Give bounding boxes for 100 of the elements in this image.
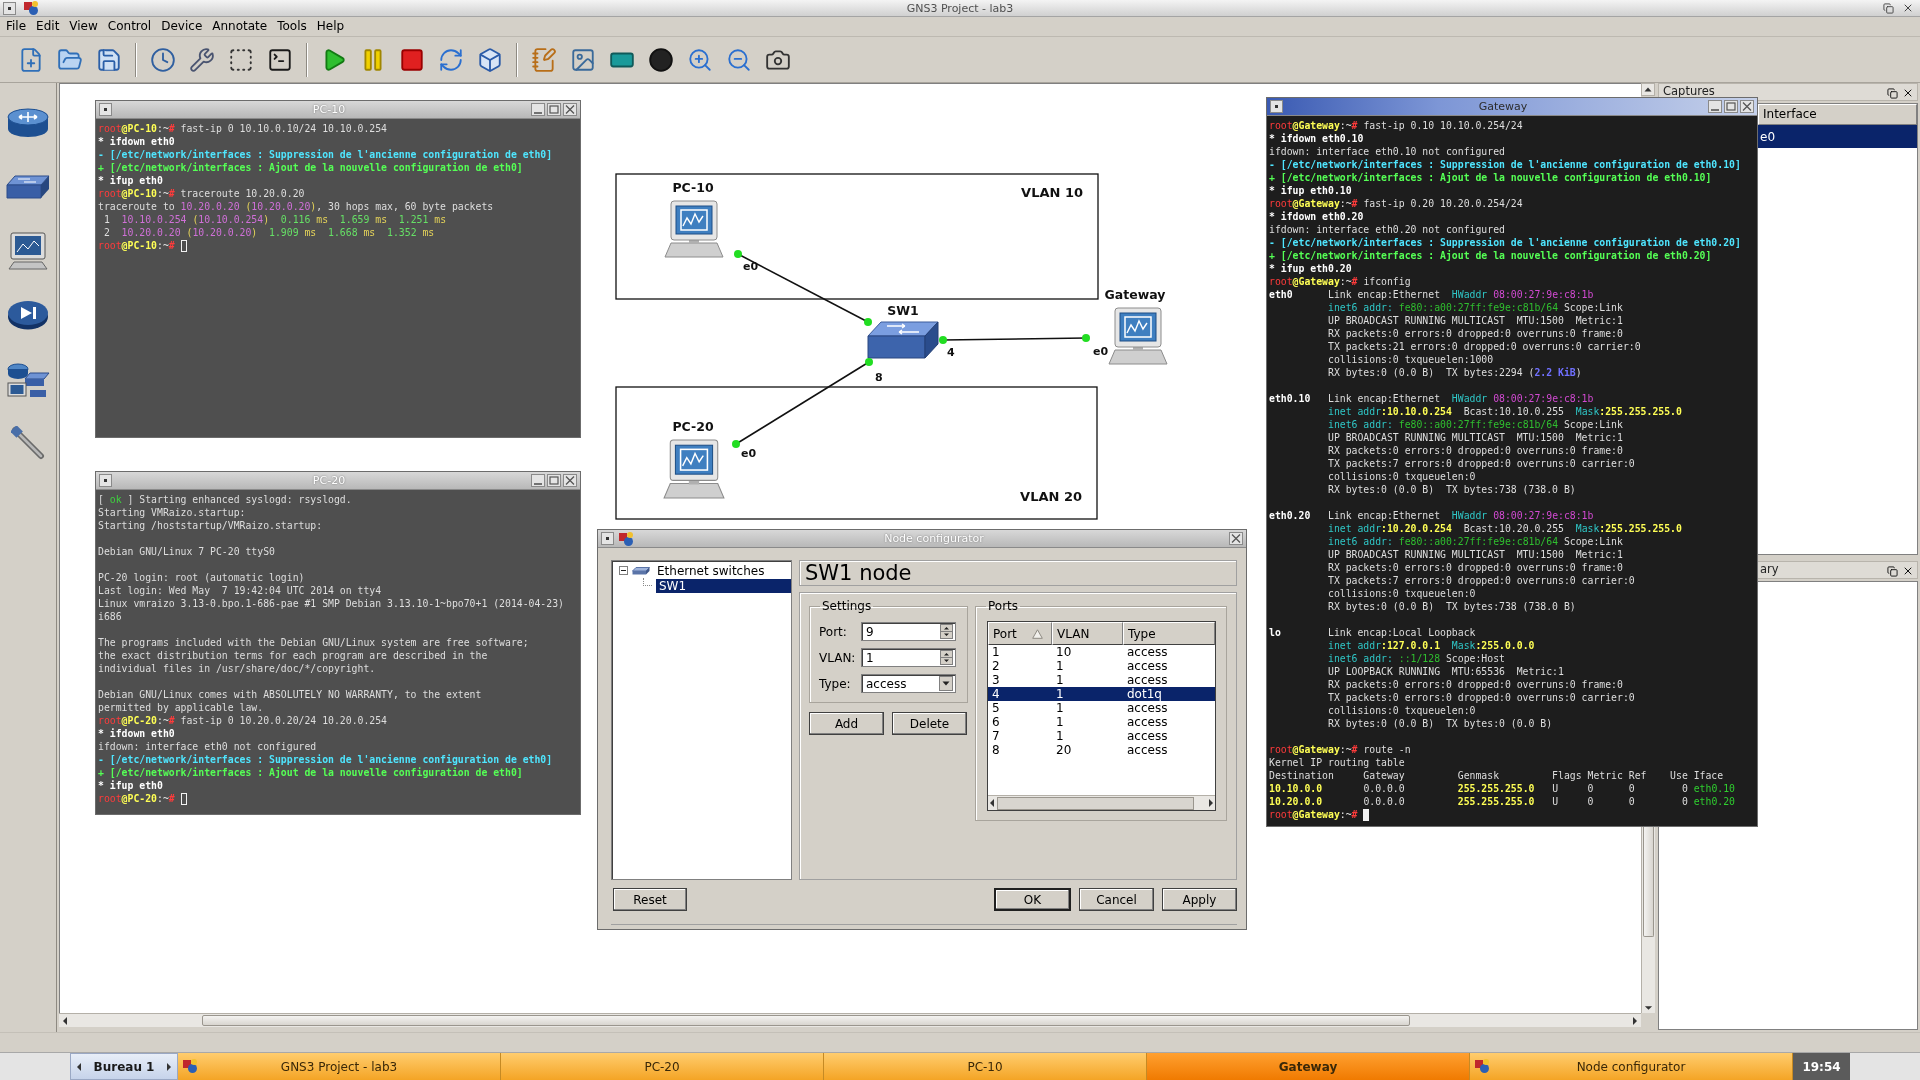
terminal-line: Kernel IP routing table [1269, 756, 1406, 769]
clock-time: 19:54 [1793, 1053, 1850, 1080]
window-menu-icon[interactable] [1270, 100, 1283, 113]
terminal-line: * ifup eth0 [98, 174, 164, 187]
terminal-line: collisions:0 txqueuelen:0 [1326, 470, 1477, 483]
table-row[interactable]: e0 [1758, 125, 1917, 148]
note-pencil-icon[interactable] [531, 46, 557, 73]
action-button[interactable]: Add [809, 712, 884, 735]
cube-icon[interactable] [477, 46, 503, 73]
stop-icon[interactable] [399, 46, 425, 73]
horizontal-scrollbar[interactable] [988, 795, 1215, 810]
tree-expander-icon[interactable] [619, 566, 628, 575]
terminal-line: root@PC-20:~# fast-ip 0 10.20.0.20/24 10.20.0.254 [98, 714, 389, 727]
menu-item[interactable]: Device [156, 17, 208, 36]
column-header[interactable]: Port [988, 622, 1052, 645]
play-disc-icon[interactable] [7, 300, 49, 330]
window-title: PC-10 [311, 103, 347, 116]
right-arrow-icon[interactable] [166, 1061, 172, 1072]
computer-icon[interactable] [8, 232, 48, 270]
window-menu-icon[interactable] [99, 103, 112, 116]
dashed-square-icon[interactable] [228, 46, 254, 73]
group-title: Ports [987, 599, 1020, 613]
spin-arrows-icon[interactable] [940, 624, 953, 639]
switch-icon[interactable] [6, 175, 50, 199]
terminal-line: individual files in /usr/share/doc/*/copyright. [98, 662, 377, 675]
spin-arrows-icon[interactable] [940, 650, 953, 665]
maximize-icon[interactable] [547, 103, 561, 116]
maximize-icon[interactable] [547, 474, 561, 487]
maximize-icon[interactable] [1724, 100, 1738, 113]
window-menu-icon[interactable] [3, 1, 16, 15]
menu-item[interactable]: Annotate [207, 17, 273, 36]
menu-item[interactable]: View [64, 17, 103, 36]
zoom-out-icon[interactable] [726, 46, 752, 73]
terminal-line: RX packets:0 errors:0 dropped:0 overruns:0 frame:0 [1326, 444, 1624, 457]
taskbar-item[interactable]: PC-10 [824, 1053, 1147, 1080]
terminal-line: collisions:0 txqueuelen:0 [1326, 587, 1477, 600]
minimize-icon[interactable] [531, 474, 545, 487]
tree-item[interactable]: Ethernet switches [654, 563, 768, 578]
scrollbar-thumb[interactable] [997, 796, 1194, 810]
table-row[interactable]: 4 1 dot1q [988, 687, 1215, 701]
close-icon[interactable] [1902, 87, 1914, 99]
dialog-button[interactable]: Cancel [1079, 888, 1154, 911]
refresh-icon[interactable] [438, 46, 464, 73]
overlapping-squares-icon[interactable] [1887, 87, 1898, 99]
column-header[interactable]: Type [1123, 622, 1215, 645]
dialog-button[interactable]: OK [994, 888, 1071, 911]
file-plus-icon[interactable] [18, 46, 44, 73]
right-arrow-icon[interactable] [1632, 1015, 1638, 1026]
taskbar-item[interactable]: Gateway [1147, 1053, 1470, 1080]
close-icon[interactable] [1902, 2, 1914, 14]
spin-field[interactable]: 9 [861, 622, 956, 641]
table-cell-text: access [1126, 659, 1169, 673]
terminal-line: TX packets:7 errors:0 dropped:0 overruns:0 carrier:0 [1326, 574, 1636, 587]
down-arrow-icon[interactable] [1644, 1005, 1653, 1011]
minimize-icon[interactable] [1708, 100, 1722, 113]
column-header[interactable]: VLAN [1052, 622, 1123, 645]
window-menu-icon[interactable] [601, 532, 614, 545]
action-button[interactable]: Delete [892, 712, 967, 735]
left-arrow-icon[interactable] [76, 1061, 82, 1072]
clock-icon[interactable] [150, 46, 176, 73]
left-arrow-icon[interactable] [62, 1015, 68, 1026]
menu-item[interactable]: Tools [272, 17, 312, 36]
left-arrow-icon[interactable] [989, 798, 995, 808]
terminal-icon[interactable] [267, 46, 293, 73]
menu-item[interactable]: Control [102, 17, 157, 36]
taskbar-item[interactable]: GNS3 Project - lab3 [178, 1053, 501, 1080]
overlapping-squares-icon[interactable] [1883, 2, 1894, 14]
folder-icon[interactable] [57, 46, 83, 73]
window-menu-icon[interactable] [99, 474, 112, 487]
column-header[interactable]: Interface [1758, 104, 1917, 125]
caret-icon[interactable] [939, 676, 953, 691]
taskbar-item[interactable]: PC-20 [501, 1053, 824, 1080]
dropdown-field[interactable]: access [861, 674, 956, 693]
terminal-line: root@Gateway:~# route -n [1269, 743, 1412, 756]
workspace-label: Bureau 1 [93, 1059, 155, 1074]
cable-icon[interactable] [11, 426, 45, 460]
close-icon[interactable] [1902, 565, 1914, 577]
right-arrow-icon[interactable] [1208, 798, 1214, 808]
router-icon[interactable] [7, 108, 49, 138]
menu-item[interactable]: File [1, 17, 32, 36]
terminal-line: 10.10.0.0 0.0.0.0 255.255.255.0 U 0 0 0 eth0.10 [1269, 782, 1736, 795]
scrollbar-thumb[interactable] [1643, 827, 1654, 937]
menu-item[interactable]: Help [311, 17, 350, 36]
menu-item[interactable]: Edit [31, 17, 65, 36]
overlapping-squares-icon[interactable] [1887, 565, 1898, 577]
terminal-line: + [/etc/network/interfaces : Ajout de la nouvelle configuration de eth0.10] [1269, 171, 1713, 184]
image-icon[interactable] [570, 46, 596, 73]
tree-item[interactable]: SW1 [656, 578, 791, 593]
ellipse-icon[interactable] [648, 46, 674, 73]
vertical-scrollbar[interactable] [1641, 827, 1655, 1013]
scrollbar-thumb[interactable] [202, 1015, 1410, 1026]
dialog-button[interactable]: Apply [1162, 888, 1237, 911]
wrench-icon[interactable] [189, 46, 215, 73]
horizontal-scrollbar[interactable] [59, 1013, 1641, 1027]
table-cell-text: 10 [1055, 645, 1073, 659]
dialog-button[interactable]: Reset [613, 888, 687, 911]
minimize-icon[interactable] [531, 103, 545, 116]
zoom-in-icon[interactable] [687, 46, 713, 73]
taskbar-item[interactable]: Node configurator [1470, 1053, 1793, 1080]
spin-field[interactable]: 1 [861, 648, 956, 667]
